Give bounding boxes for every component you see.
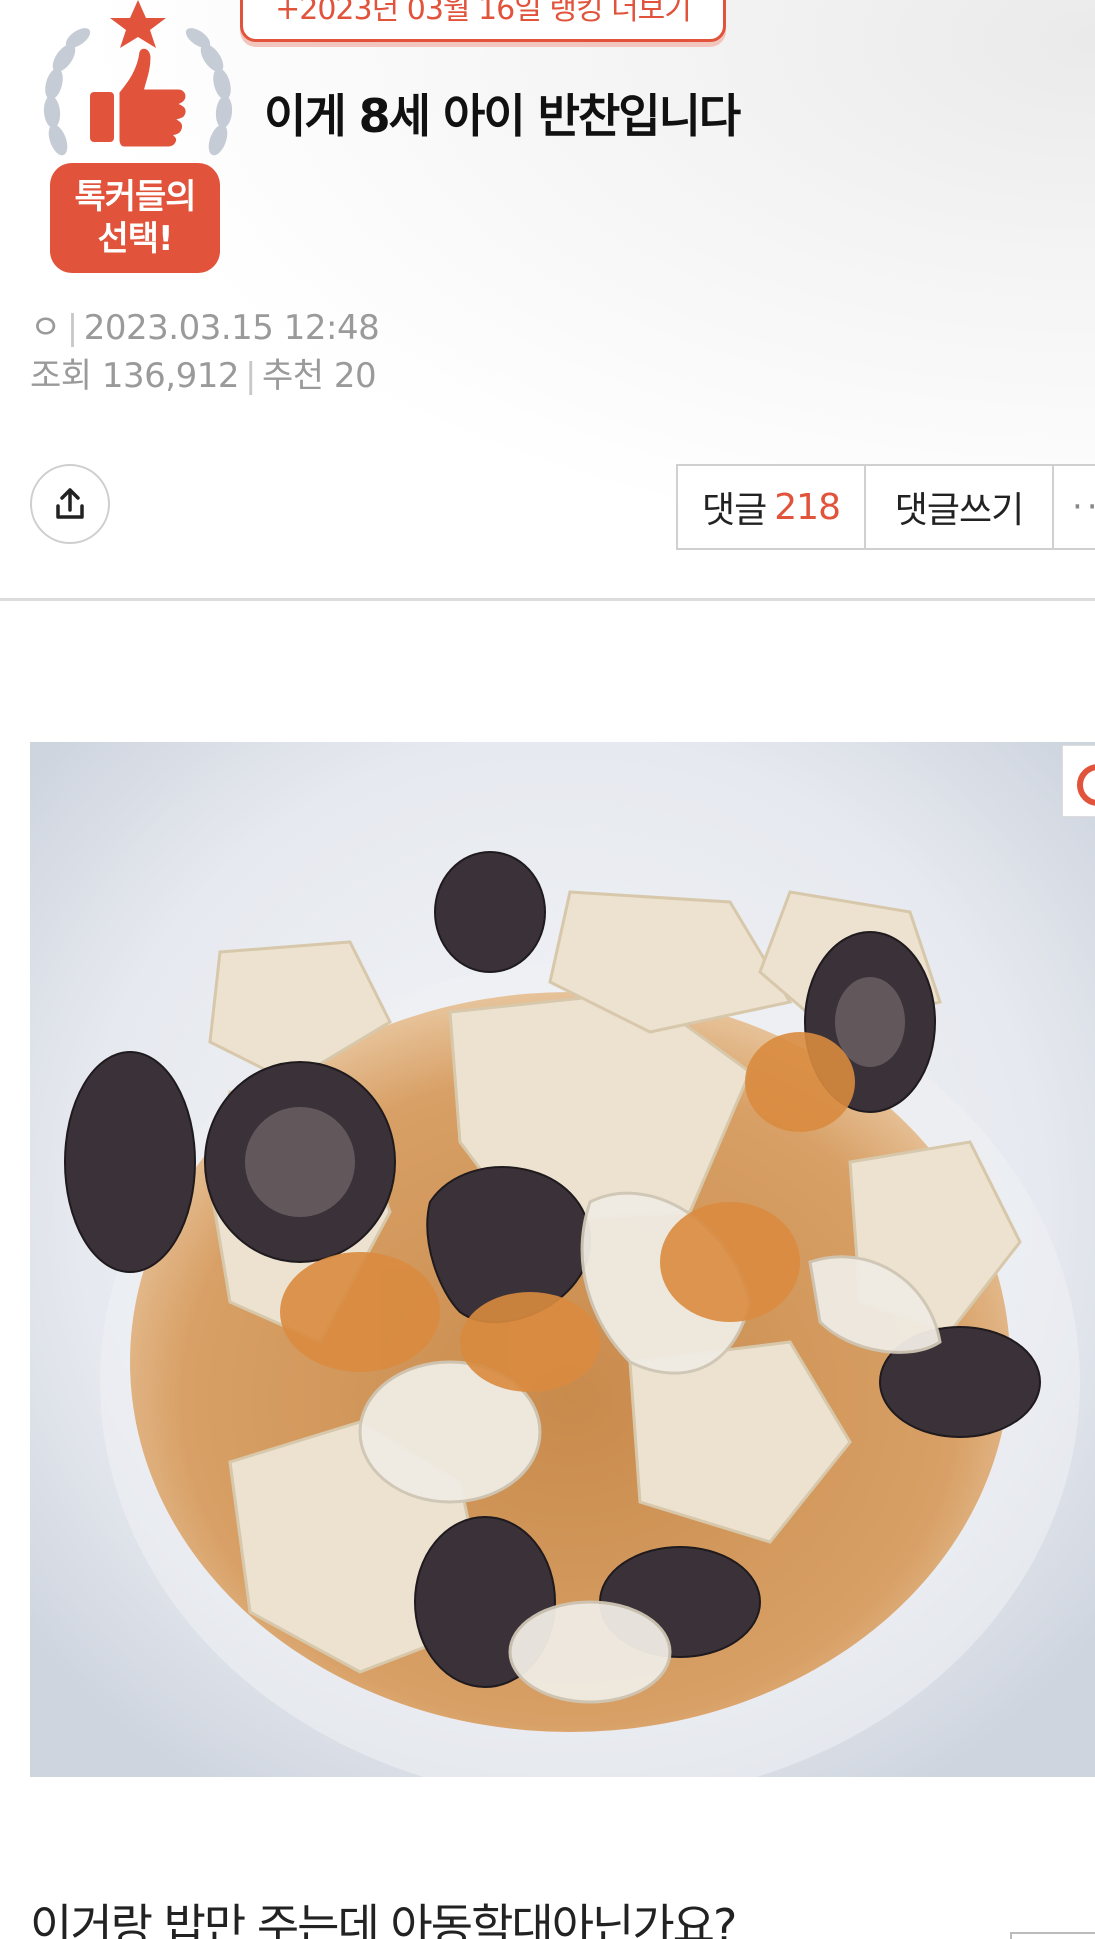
floating-box-edge bbox=[1010, 1932, 1095, 1939]
post-title: 이게 8세 아이 반찬입니다 bbox=[264, 89, 741, 143]
more-icon: ·· bbox=[1072, 487, 1095, 527]
talkers-choice-badge: 톡커들의 선택! bbox=[28, 0, 238, 280]
views-count: 136,912 bbox=[101, 356, 240, 396]
comments-button[interactable]: 댓글 218 bbox=[676, 464, 866, 550]
write-comment-button[interactable]: 댓글쓰기 bbox=[866, 464, 1054, 550]
recommend-label: 추천 bbox=[261, 356, 324, 396]
post-photo[interactable] bbox=[30, 742, 1095, 1777]
share-icon bbox=[56, 488, 84, 519]
views-label: 조회 bbox=[30, 356, 92, 396]
photo-zoom-tag[interactable] bbox=[1062, 745, 1095, 817]
comment-actions: 댓글218 댓글쓰기 ·· bbox=[676, 464, 1095, 552]
more-options-button[interactable]: ·· bbox=[1054, 464, 1095, 550]
post-stats: 조회 136,912 | 추천 20 bbox=[30, 356, 377, 396]
share-button[interactable] bbox=[30, 464, 110, 544]
post-page: +2023년 03월 16일 랭킹 더보기 톡커들의 선택! 이게 8세 아이 … bbox=[0, 0, 1095, 1939]
post-author-date: ㅇ | 2023.03.15 12:48 bbox=[30, 308, 380, 348]
badge-label: 톡커들의 선택! bbox=[50, 163, 220, 273]
section-divider bbox=[0, 598, 1095, 601]
post-body-text: 이거랑 밥만 주는데 아동학대아닌가요? bbox=[30, 1899, 737, 1939]
post-datetime: 2023.03.15 12:48 bbox=[83, 308, 380, 348]
author-name[interactable]: ㅇ bbox=[30, 308, 61, 348]
comments-label: 댓글 bbox=[702, 490, 767, 531]
write-comment-label: 댓글쓰기 bbox=[894, 490, 1024, 531]
ranking-more-link[interactable]: +2023년 03월 16일 랭킹 더보기 bbox=[240, 0, 726, 42]
comments-count: 218 bbox=[774, 486, 841, 528]
food-photo-illustration bbox=[30, 742, 1095, 1777]
recommend-count: 20 bbox=[333, 356, 377, 396]
